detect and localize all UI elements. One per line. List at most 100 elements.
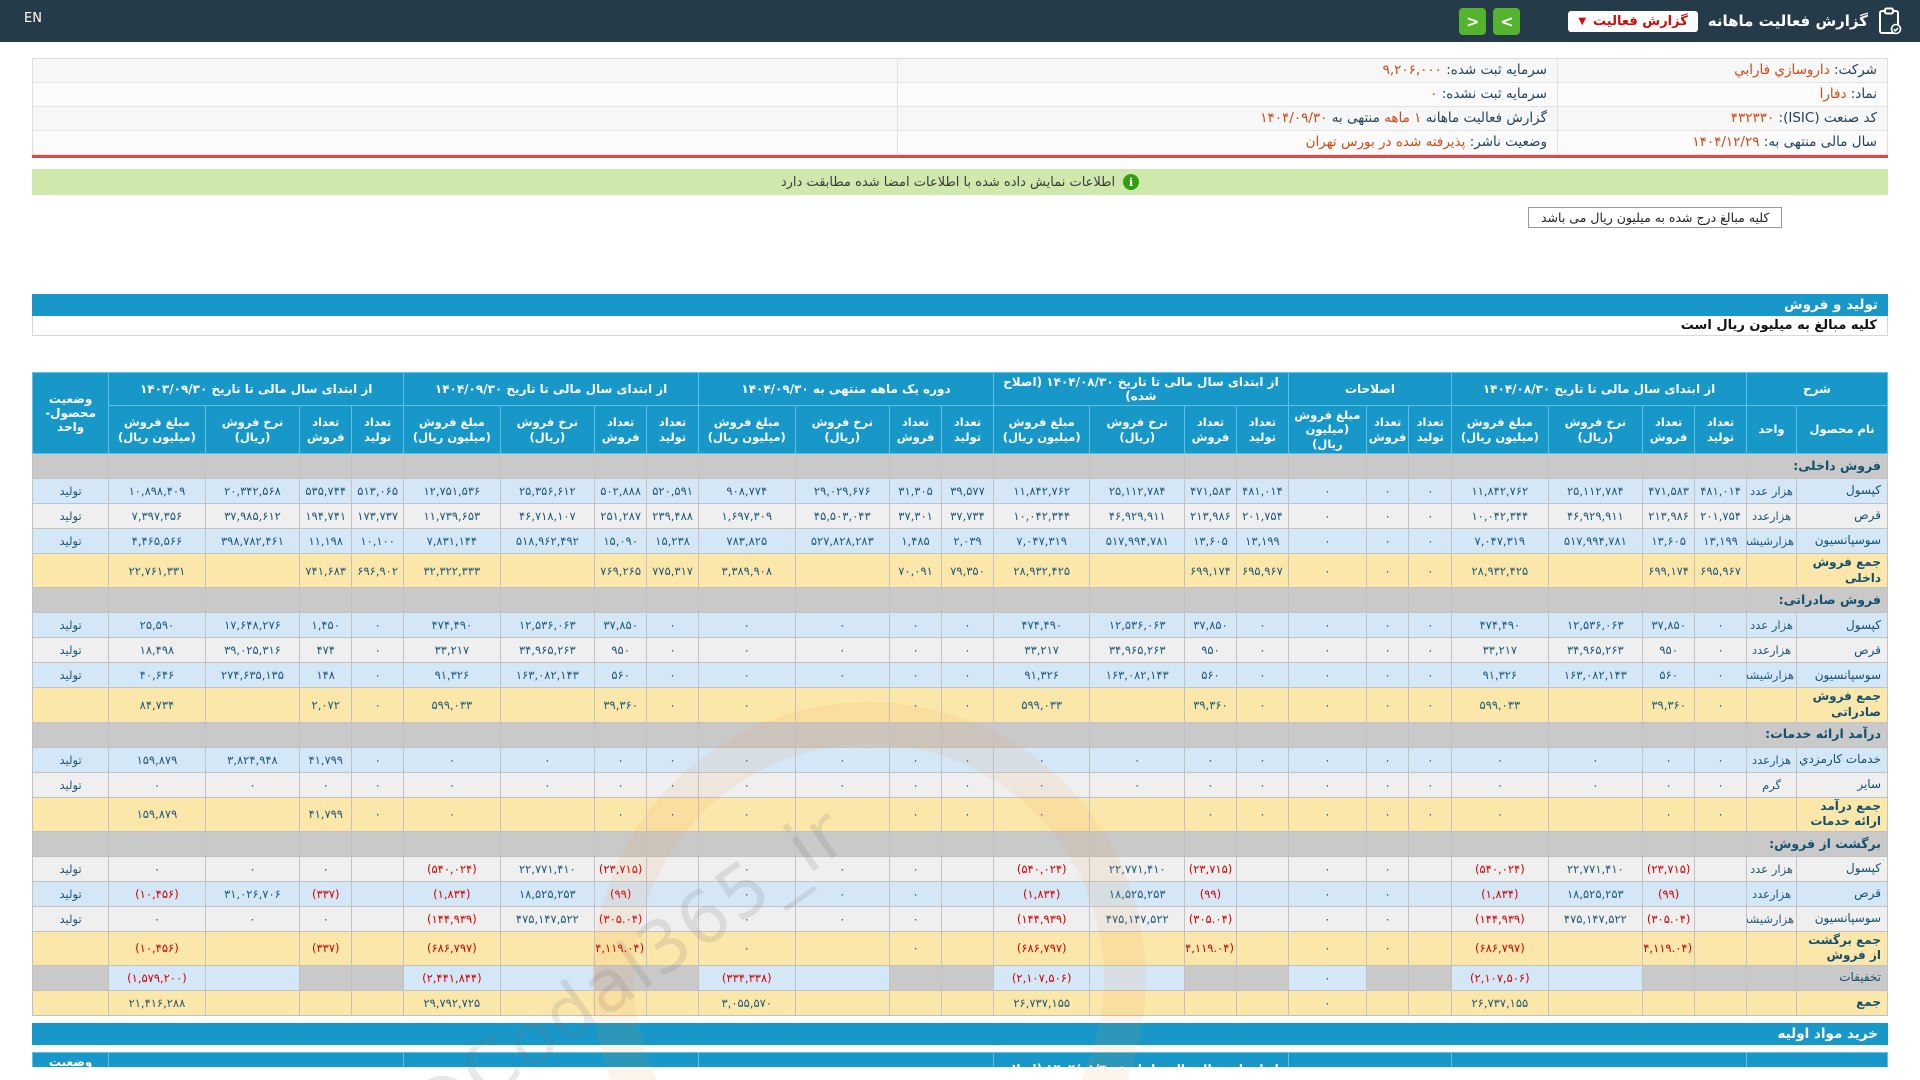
value-cell: ۰ [1365,637,1410,664]
value-cell: ۰ [1287,687,1367,723]
empty-cell [499,587,596,614]
value-cell: ۱۰,۰۴۲,۳۴۴ [1451,503,1549,530]
info-row: سال مالی منتهی به: ۱۴۰۴/۱۲/۲۹ وضعیت ناشر… [33,131,1887,155]
value-cell: (۲۴,۱۱۹.۰۴) [1642,930,1696,966]
value-cell: ۴۷۴,۴۹۰ [403,612,501,639]
value-cell [499,796,596,832]
value-cell: ۰ [594,771,648,798]
header-col: تعداد تولید [1694,404,1748,455]
info-row: کد صنعت (ISIC): ۴۳۲۳۳۰ گزارش فعالیت ماها… [33,107,1887,131]
codal-monthly-activity-page: گزارش فعالیت ماهانه گزارش فعالیت ▼ > < E… [0,0,1920,1080]
value-cell: ۰ [698,855,796,882]
red-divider [32,155,1888,158]
unit-cell: هزار عدد [1746,612,1798,639]
next-period-button[interactable]: > [1493,7,1521,35]
unit-cell [1746,687,1798,723]
value-cell [1235,930,1289,966]
company-info-table: شرکت: داروسازي فارابي سرمایه ثبت شده: ۹,… [32,58,1888,155]
value-cell: ۰ [1408,662,1453,689]
empty-cell [108,721,206,748]
amounts-unit-note-box: کلیه مبالغ درج شده به میلیون ریال می باش… [1528,207,1783,228]
value-cell: ۲۱۳,۹۸۶ [1184,503,1237,530]
table-row: جمع ۲۶,۷۳۷,۱۵۵ ۰ ۲۶,۷۳۷,۱۵۵ ۳,۰۵۵,۵۷۰ ۲۹,۷۹۲,… [31,989,1888,1016]
value-cell [1694,989,1748,1016]
product-cell: سوسپانسیون [1796,905,1888,932]
value-cell: ۰ [889,746,943,773]
value-cell: ۰ [889,687,943,723]
product-cell: خدمات کارمزدي [1796,746,1888,773]
unit-cell [1746,930,1798,966]
value-cell: ۷۸۳,۸۲۵ [698,528,796,555]
value-cell [1408,989,1453,1016]
value-cell [1642,964,1696,991]
value-cell: ۲۰۱,۷۵۴ [1235,503,1289,530]
previous-period-button[interactable]: < [1459,7,1487,35]
value-cell: ۲,۰۷۲ [299,687,353,723]
value-cell: ۷,۰۴۷,۳۱۹ [1451,528,1549,555]
value-cell [1694,964,1748,991]
empty-cell [1184,453,1237,480]
value-cell: ۰ [698,612,796,639]
value-cell: ۱۸,۵۲۵,۲۵۳ [1547,880,1644,907]
empty-cell [646,453,700,480]
value-cell: ۰ [403,771,501,798]
value-cell: ۱۸,۴۹۸ [108,637,206,664]
value-cell: (۱,۵۷۹,۲۰۰) [108,964,206,991]
empty-cell [646,830,700,857]
value-cell: ۵۹۹,۰۳۳ [1451,687,1549,723]
empty-cell [403,830,501,857]
value-cell: ۳۷,۸۵۰ [1184,612,1237,639]
value-cell: (۳۰۵.۰۴) [1184,905,1237,932]
value-cell: ۵۲۰,۵۹۱ [646,478,700,505]
value-cell [351,964,405,991]
value-cell [1365,989,1410,1016]
unit-cell: هزارشیشه [1746,528,1798,555]
value-cell [794,796,891,832]
value-cell: ۰ [646,771,700,798]
value-cell: ۳۳,۲۱۷ [992,637,1091,664]
value-cell [1694,905,1748,932]
section-row: برگشت از فروش: [31,830,1888,857]
value-cell: ۰ [594,796,648,832]
value-cell: (۲,۱۰۷,۵۰۶) [992,964,1091,991]
value-cell: ۱۴۸ [299,662,353,689]
value-cell: ۰ [794,746,891,773]
table-row: کپسول هزار عدد ۰ ۳۷,۸۵۰ ۱۲,۵۳۶,۰۶۳ ۴۷۴,۴۹۰ ۰ ۰ ۰… [31,612,1888,639]
header-unit: واحد [1746,404,1798,455]
value-cell: ۰ [1365,930,1410,966]
value-cell: ۱۱,۷۳۹,۶۵۳ [403,503,501,530]
value-cell: ۰ [1408,553,1453,589]
header-col: مبلغ فروش (میلیون ریال) [992,404,1091,455]
product-cell: قرص [1796,503,1888,530]
value-cell: ۰ [1365,478,1410,505]
value-cell: ۰ [1287,796,1367,832]
status-cell: تولید [31,637,110,664]
value-cell: ۵۲۷,۸۲۸,۲۸۳ [794,528,891,555]
report-type-dropdown[interactable]: گزارش فعالیت ▼ [1568,10,1698,32]
empty-cell [1287,587,1367,614]
value-cell: (۹۹) [594,880,648,907]
value-cell [499,553,596,589]
value-cell: ۰ [1694,771,1748,798]
header-group-2: از ابتدای سال مالی تا تاریخ ۱۴۰۴/۰۸/۳۰ (… [992,1051,1289,1067]
empty-cell [1235,587,1289,614]
value-cell [794,687,891,723]
value-cell: ۰ [499,746,596,773]
value-cell [1547,964,1644,991]
info-value: ۹,۲۰۶,۰۰۰ [1382,62,1442,78]
production-sales-table: شرح از ابتدای سال مالی تا تاریخ ۱۴۰۴/۰۸/۳… [31,371,1888,1016]
value-cell: ۰ [1451,771,1549,798]
language-toggle-en[interactable]: EN [24,11,42,26]
value-cell: ۰ [299,855,353,882]
empty-cell [698,587,796,614]
empty-cell [108,587,206,614]
value-cell: ۵۱۷,۹۹۴,۷۸۱ [1547,528,1644,555]
value-cell [499,930,596,966]
value-cell: ۹۱,۳۲۶ [403,662,501,689]
empty-cell [941,453,994,480]
value-cell: ۱۵,۰۹۰ [594,528,648,555]
value-cell: ۱۲,۵۳۶,۰۶۳ [1547,612,1644,639]
empty-cell [204,587,301,614]
value-cell: ۰ [1642,796,1696,832]
value-cell: (۱۴۴,۹۳۹) [1451,905,1549,932]
